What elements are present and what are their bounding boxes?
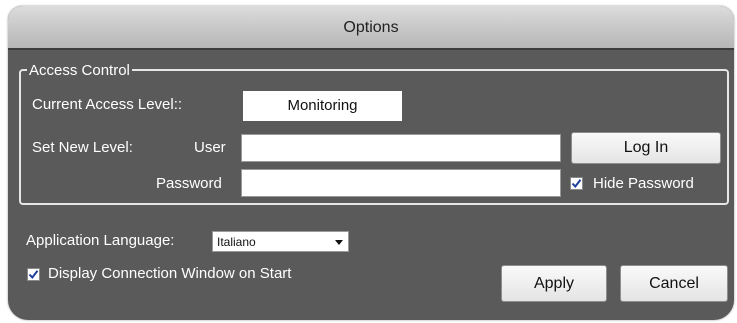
set-new-level-label: Set New Level: [32,139,133,156]
window-title: Options [343,19,399,36]
hide-password-label: Hide Password [593,175,694,192]
checkmark-icon [571,179,582,189]
display-connection-checkbox[interactable] [27,268,40,281]
checkmark-icon [28,270,39,280]
language-select-value: Italiano [217,235,256,249]
display-connection-label: Display Connection Window on Start [48,265,292,282]
user-input[interactable] [241,134,561,162]
user-label: User [194,139,226,156]
chevron-down-icon [335,240,343,245]
title-bar[interactable]: Options [8,6,734,50]
application-language-label: Application Language: [26,232,175,249]
password-input[interactable] [241,169,561,197]
language-select[interactable]: Italiano [212,231,349,252]
cancel-button[interactable]: Cancel [620,265,728,302]
password-label: Password [156,175,222,192]
current-access-level-value: Monitoring [243,91,402,121]
options-dialog: Options Access Control Current Access Le… [8,6,734,320]
access-control-legend: Access Control [27,62,132,79]
log-in-button[interactable]: Log In [571,132,721,164]
apply-button[interactable]: Apply [501,265,607,302]
current-access-level-label: Current Access Level:: [32,96,183,113]
hide-password-checkbox[interactable] [570,177,583,190]
